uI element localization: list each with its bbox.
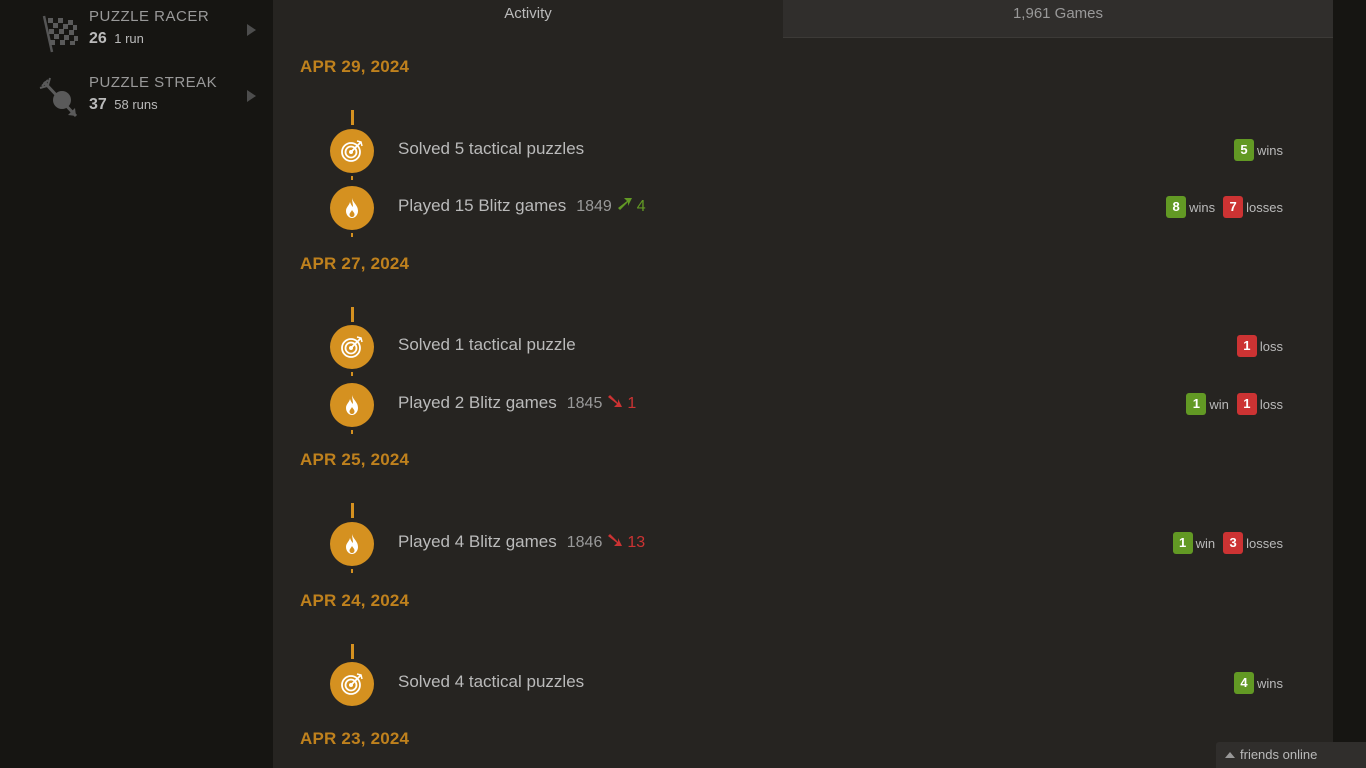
results: 4 wins bbox=[1233, 672, 1283, 694]
puzzle-racer-title: PUZZLE RACER bbox=[89, 8, 210, 25]
timeline-tick bbox=[351, 307, 354, 322]
wins-badge: 4 bbox=[1233, 672, 1254, 694]
fire-icon bbox=[330, 522, 374, 566]
chevron-right-icon bbox=[247, 24, 256, 36]
activity-date: APR 25, 2024 bbox=[300, 450, 410, 469]
wins-label: win bbox=[1209, 396, 1229, 412]
puzzle-racer-item[interactable]: PUZZLE RACER 26 1 run bbox=[38, 4, 260, 60]
activity-entry: Played 15 Blitz games 1849 4 8 wins 7 losses bbox=[330, 183, 1283, 237]
fire-icon bbox=[330, 186, 374, 230]
puzzle-streak-runs: 58 runs bbox=[114, 97, 158, 112]
results: 1 win 1 loss bbox=[1186, 393, 1283, 415]
puzzle-streak-item[interactable]: PUZZLE STREAK 37 58 runs bbox=[38, 70, 260, 126]
activity-entry: Solved 5 tactical puzzles 5 wins bbox=[330, 126, 1283, 180]
timeline-tick bbox=[351, 644, 354, 659]
arrow-down-icon bbox=[607, 393, 623, 414]
friends-online-label: friends online bbox=[1240, 747, 1318, 762]
wins-badge: 1 bbox=[1172, 532, 1193, 554]
wins-badge: 1 bbox=[1186, 393, 1207, 415]
losses-badge: 7 bbox=[1223, 196, 1244, 218]
activity-date: APR 23, 2024 bbox=[300, 729, 410, 748]
profile-tabs: Activity 1,961 Games bbox=[273, 0, 1333, 38]
caret-up-icon bbox=[1225, 752, 1235, 758]
losses-badge: 3 bbox=[1223, 532, 1244, 554]
results: 5 wins bbox=[1233, 139, 1283, 161]
rating: 1845 bbox=[566, 395, 603, 412]
puzzle-streak-title: PUZZLE STREAK bbox=[89, 74, 218, 91]
wins-badge: 8 bbox=[1166, 196, 1187, 218]
activity-text[interactable]: Played 15 Blitz games 1849 4 bbox=[398, 196, 646, 217]
puzzle-racer-score: 26 bbox=[89, 30, 107, 47]
losses-badge: 1 bbox=[1236, 335, 1257, 357]
target-icon bbox=[330, 325, 374, 369]
arrow-up-icon bbox=[617, 196, 633, 217]
checkered-flag-icon bbox=[38, 10, 82, 54]
puzzle-streak-score: 37 bbox=[89, 96, 107, 113]
tab-games[interactable]: 1,961 Games bbox=[783, 0, 1333, 38]
losses-label: losses bbox=[1246, 199, 1283, 215]
rating: 1846 bbox=[566, 534, 603, 551]
activity-entry: Played 4 Blitz games 1846 13 1 win 3 losses bbox=[330, 519, 1283, 573]
rating-diff: 1 bbox=[627, 395, 637, 412]
activity-text[interactable]: Solved 1 tactical puzzle bbox=[398, 335, 576, 355]
activity-entry: Solved 4 tactical puzzles 4 wins bbox=[330, 659, 1283, 709]
activity-text[interactable]: Solved 4 tactical puzzles bbox=[398, 672, 584, 692]
activity-entry: Played 2 Blitz games 1845 1 1 win 1 loss bbox=[330, 380, 1283, 434]
activity-date: APR 24, 2024 bbox=[300, 591, 410, 610]
puzzle-racer-runs: 1 run bbox=[114, 31, 144, 46]
activity-panel: Activity 1,961 Games APR 29, 2024 Solved… bbox=[273, 0, 1333, 768]
wins-label: wins bbox=[1256, 675, 1283, 691]
wins-label: wins bbox=[1256, 142, 1283, 158]
activity-entry: Solved 1 tactical puzzle 1 loss bbox=[330, 322, 1283, 376]
wins-badge: 5 bbox=[1233, 139, 1254, 161]
rating-diff: 13 bbox=[627, 534, 646, 551]
rating-diff: 4 bbox=[636, 198, 646, 215]
losses-badge: 1 bbox=[1236, 393, 1257, 415]
results: 8 wins 7 losses bbox=[1166, 196, 1283, 218]
fire-icon bbox=[330, 383, 374, 427]
losses-label: loss bbox=[1259, 396, 1283, 412]
losses-label: loss bbox=[1259, 338, 1283, 354]
wins-label: win bbox=[1195, 535, 1216, 551]
timeline-tick bbox=[351, 110, 354, 125]
tab-activity[interactable]: Activity bbox=[273, 0, 783, 38]
activity-text[interactable]: Solved 5 tactical puzzles bbox=[398, 139, 584, 159]
friends-online-toggle[interactable]: friends online bbox=[1216, 742, 1366, 768]
arrow-down-icon bbox=[607, 532, 623, 553]
target-icon bbox=[330, 129, 374, 173]
activity-text[interactable]: Played 4 Blitz games 1846 13 bbox=[398, 532, 645, 553]
timeline-tick bbox=[351, 503, 354, 518]
sidebar: PUZZLE RACER 26 1 run PUZZLE STREAK 37 5… bbox=[0, 0, 273, 768]
rating: 1849 bbox=[576, 198, 612, 215]
losses-label: losses bbox=[1246, 535, 1283, 551]
results: 1 win 3 losses bbox=[1172, 532, 1283, 554]
chevron-right-icon bbox=[247, 90, 256, 102]
activity-text[interactable]: Played 2 Blitz games 1845 1 bbox=[398, 393, 636, 414]
target-icon bbox=[330, 662, 374, 706]
wins-label: wins bbox=[1189, 199, 1216, 215]
activity-date: APR 27, 2024 bbox=[300, 254, 410, 273]
arrow-apple-icon bbox=[38, 76, 82, 120]
results: 1 loss bbox=[1236, 335, 1283, 357]
activity-date: APR 29, 2024 bbox=[300, 57, 410, 76]
